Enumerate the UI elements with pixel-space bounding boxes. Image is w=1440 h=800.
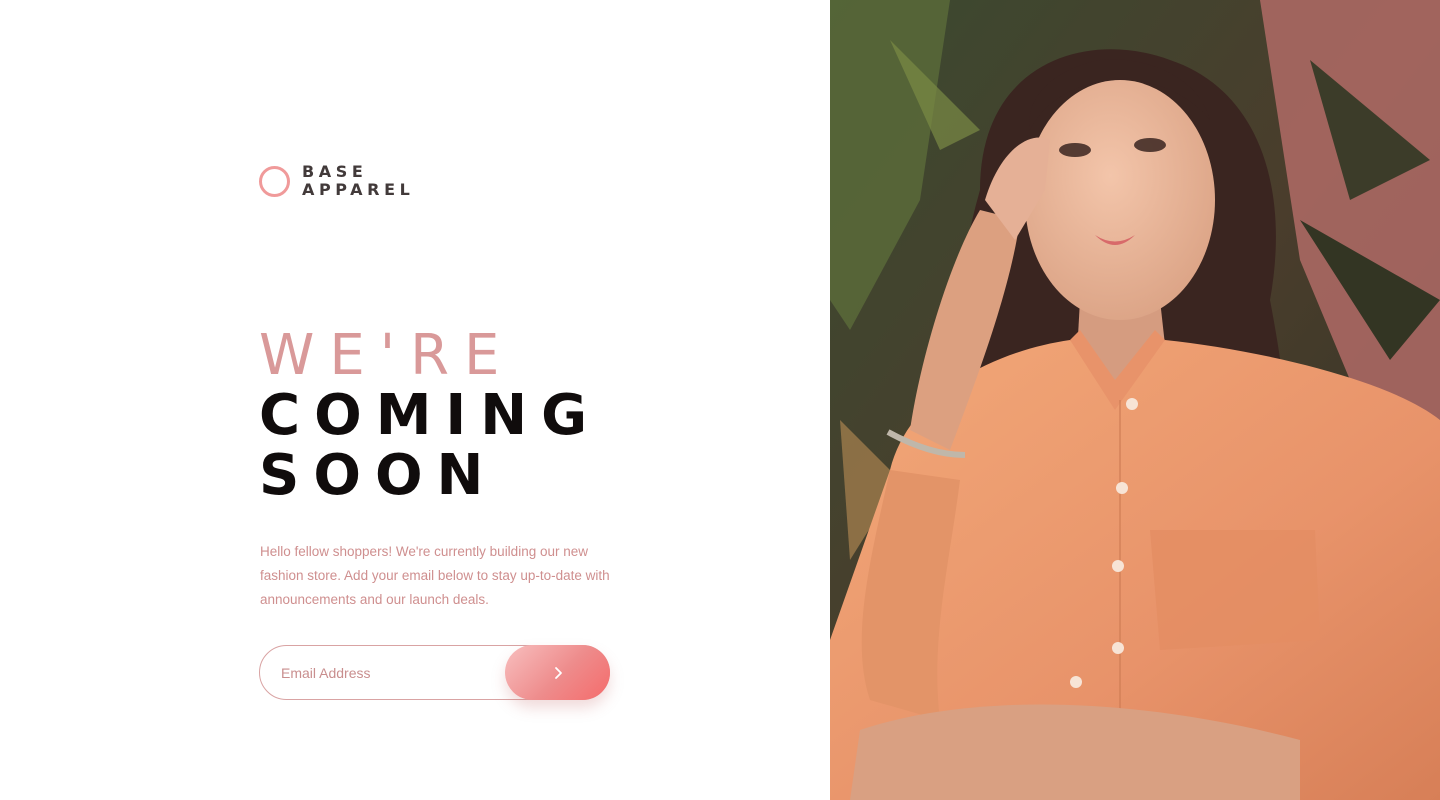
chevron-right-icon bbox=[554, 666, 562, 679]
headline-line-1: WE'RE bbox=[259, 323, 515, 388]
brand-logo: BASE APPAREL bbox=[259, 163, 414, 199]
hero-image bbox=[830, 0, 1440, 800]
headline-line-3: SOON bbox=[259, 443, 498, 508]
signup-form bbox=[259, 645, 610, 700]
description-text: Hello fellow shoppers! We're currently b… bbox=[260, 544, 610, 607]
headline: WE'RE COMING SOON bbox=[259, 326, 601, 506]
content-panel: BASE APPAREL WE'RE COMING SOON Hello fel… bbox=[0, 0, 830, 800]
brand-name: BASE APPAREL bbox=[302, 163, 414, 199]
submit-button[interactable] bbox=[505, 645, 610, 700]
logo-ring-icon bbox=[259, 165, 290, 197]
brand-name-line-1: BASE bbox=[302, 162, 368, 181]
coming-soon-page: BASE APPAREL WE'RE COMING SOON Hello fel… bbox=[0, 0, 1440, 800]
headline-line-2: COMING bbox=[259, 383, 602, 448]
brand-name-line-2: APPAREL bbox=[302, 180, 415, 199]
